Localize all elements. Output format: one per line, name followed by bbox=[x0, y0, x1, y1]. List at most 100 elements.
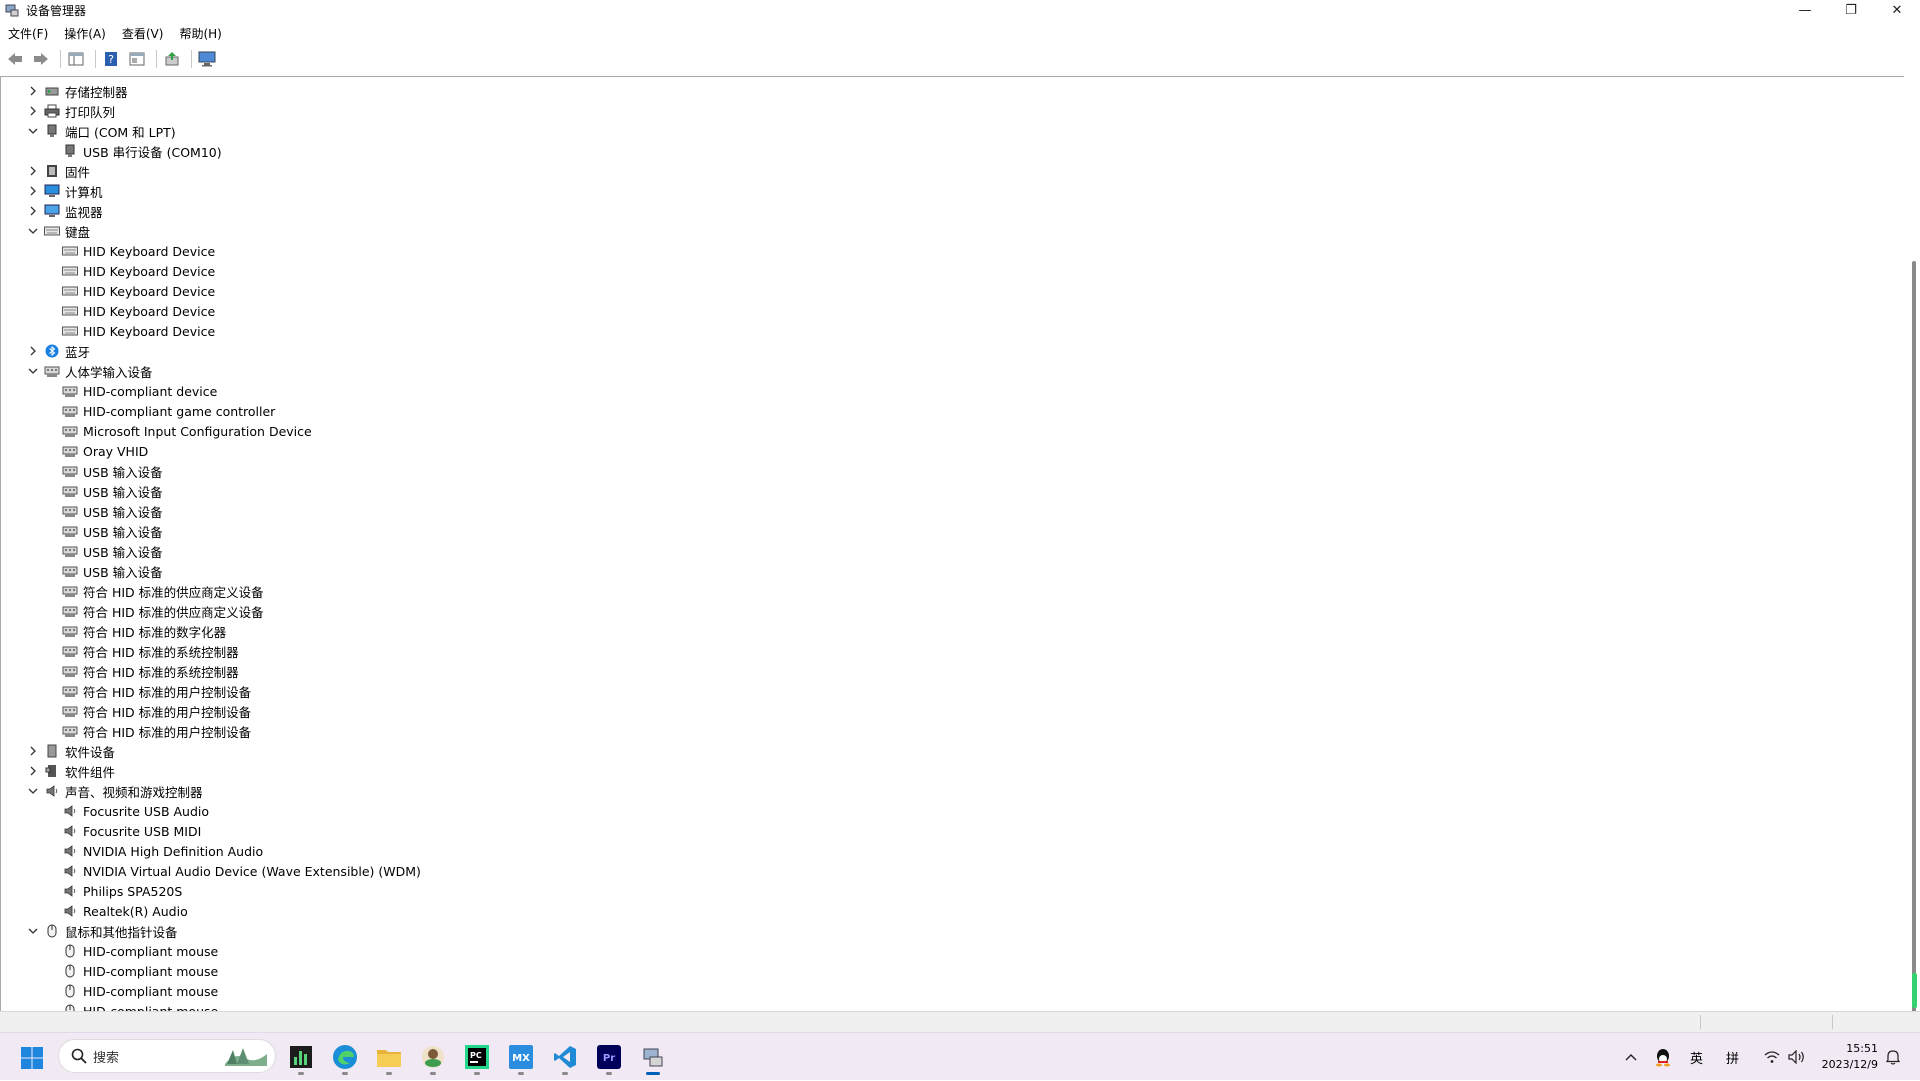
vertical-scrollbar[interactable] bbox=[1904, 76, 1920, 1026]
tree-device[interactable]: HID-compliant game controller bbox=[61, 401, 275, 421]
help-icon[interactable]: ? bbox=[100, 48, 122, 70]
tree-device[interactable]: 符合 HID 标准的数字化器 bbox=[61, 621, 226, 641]
task-manager-icon[interactable] bbox=[285, 1041, 317, 1075]
minimize-button[interactable]: — bbox=[1782, 0, 1828, 20]
mouse-icon bbox=[61, 1003, 79, 1011]
tree-category[interactable]: 软件组件 bbox=[30, 761, 115, 781]
chevron-right-icon[interactable] bbox=[27, 85, 39, 97]
update-driver-icon[interactable] bbox=[161, 48, 183, 70]
chevron-right-icon[interactable] bbox=[27, 745, 39, 757]
tree-device[interactable]: HID Keyboard Device bbox=[61, 321, 215, 341]
scrollbar-thumb[interactable] bbox=[1912, 261, 1916, 1026]
tree-device[interactable]: HID-compliant mouse bbox=[61, 961, 218, 981]
tree-device[interactable]: Philips SPA520S bbox=[61, 881, 182, 901]
tree-device[interactable]: 符合 HID 标准的用户控制设备 bbox=[61, 681, 251, 701]
maximize-button[interactable]: ❐ bbox=[1828, 0, 1874, 20]
chevron-down-icon[interactable] bbox=[27, 225, 39, 237]
tree-device[interactable]: USB 输入设备 bbox=[61, 541, 163, 561]
tree-item-label: 蓝牙 bbox=[65, 344, 91, 360]
tree-category[interactable]: 声音、视频和游戏控制器 bbox=[28, 781, 203, 801]
start-button[interactable] bbox=[20, 1046, 44, 1070]
show-hidden-icons-button[interactable] bbox=[1624, 1033, 1638, 1081]
tree-category[interactable]: 键盘 bbox=[28, 221, 90, 241]
wifi-icon[interactable] bbox=[1764, 1033, 1780, 1081]
tree-device[interactable]: Microsoft Input Configuration Device bbox=[61, 421, 312, 441]
chevron-down-icon[interactable] bbox=[27, 125, 39, 137]
chevron-right-icon[interactable] bbox=[27, 185, 39, 197]
back-icon[interactable] bbox=[4, 48, 26, 70]
tree-category[interactable]: 鼠标和其他指针设备 bbox=[28, 921, 178, 941]
view-icon[interactable] bbox=[126, 48, 148, 70]
chevron-right-icon[interactable] bbox=[27, 165, 39, 177]
tree-category[interactable]: 人体学输入设备 bbox=[28, 361, 153, 381]
hid-icon bbox=[61, 443, 79, 459]
tree-device[interactable]: USB 输入设备 bbox=[61, 461, 163, 481]
device-manager-icon[interactable] bbox=[637, 1041, 669, 1075]
tree-device[interactable]: 符合 HID 标准的供应商定义设备 bbox=[61, 581, 264, 601]
tree-device[interactable]: HID Keyboard Device bbox=[61, 281, 215, 301]
tree-device[interactable]: HID Keyboard Device bbox=[61, 261, 215, 281]
tree-device[interactable]: NVIDIA High Definition Audio bbox=[61, 841, 263, 861]
tree-category[interactable]: 端口 (COM 和 LPT) bbox=[28, 121, 176, 141]
app-green-icon[interactable] bbox=[417, 1041, 449, 1075]
tree-device[interactable]: USB 输入设备 bbox=[61, 501, 163, 521]
tree-device[interactable]: HID-compliant mouse bbox=[61, 981, 218, 1001]
tree-device[interactable]: NVIDIA Virtual Audio Device (Wave Extens… bbox=[61, 861, 421, 881]
vscode-icon[interactable] bbox=[549, 1041, 581, 1075]
tree-device[interactable]: HID Keyboard Device bbox=[61, 301, 215, 321]
forward-icon[interactable] bbox=[30, 48, 52, 70]
tree-device[interactable]: Oray VHID bbox=[61, 441, 148, 461]
tree-device[interactable]: USB 输入设备 bbox=[61, 561, 163, 581]
tree-category[interactable]: 打印队列 bbox=[30, 101, 115, 121]
tree-device[interactable]: USB 串行设备 (COM10) bbox=[61, 141, 222, 161]
tree-device[interactable]: Realtek(R) Audio bbox=[61, 901, 188, 921]
pycharm-icon[interactable]: PC bbox=[461, 1041, 493, 1075]
volume-icon[interactable] bbox=[1788, 1033, 1806, 1081]
tree-device[interactable]: 符合 HID 标准的系统控制器 bbox=[61, 661, 239, 681]
notification-bell-icon[interactable] bbox=[1886, 1033, 1900, 1081]
tree-category[interactable]: 计算机 bbox=[30, 181, 103, 201]
tree-device[interactable]: HID Keyboard Device bbox=[61, 241, 215, 261]
tree-category[interactable]: 蓝牙 bbox=[30, 341, 91, 361]
tree-device[interactable]: USB 输入设备 bbox=[61, 481, 163, 501]
tree-device[interactable]: 符合 HID 标准的系统控制器 bbox=[61, 641, 239, 661]
tree-device[interactable]: 符合 HID 标准的用户控制设备 bbox=[61, 701, 251, 721]
tree-device[interactable]: HID-compliant mouse bbox=[61, 941, 218, 961]
qq-icon[interactable] bbox=[1654, 1033, 1672, 1081]
close-button[interactable]: ✕ bbox=[1874, 0, 1920, 20]
tree-item-label: HID-compliant mouse bbox=[83, 963, 219, 979]
chevron-right-icon[interactable] bbox=[27, 765, 39, 777]
premiere-icon[interactable]: Pr bbox=[593, 1041, 625, 1075]
tree-device[interactable]: HID-compliant device bbox=[61, 381, 217, 401]
chevron-down-icon[interactable] bbox=[27, 785, 39, 797]
tree-device[interactable]: Focusrite USB MIDI bbox=[61, 821, 201, 841]
tree-device[interactable]: Focusrite USB Audio bbox=[61, 801, 209, 821]
chevron-down-icon[interactable] bbox=[27, 925, 39, 937]
tree-category[interactable]: 监视器 bbox=[30, 201, 103, 221]
menu-help[interactable]: 帮助(H) bbox=[171, 24, 229, 44]
ime-mode-indicator[interactable]: 拼 bbox=[1726, 1033, 1739, 1081]
menu-view[interactable]: 查看(V) bbox=[114, 24, 172, 44]
mx-icon[interactable]: MX bbox=[505, 1041, 537, 1075]
chevron-right-icon[interactable] bbox=[27, 345, 39, 357]
menu-file[interactable]: 文件(F) bbox=[0, 24, 56, 44]
monitor-icon[interactable] bbox=[196, 48, 218, 70]
chevron-down-icon[interactable] bbox=[27, 365, 39, 377]
edge-icon[interactable] bbox=[329, 1041, 361, 1075]
tree-category[interactable]: 存储控制器 bbox=[30, 81, 128, 101]
ime-language-indicator[interactable]: 英 bbox=[1690, 1033, 1703, 1081]
chevron-right-icon[interactable] bbox=[27, 205, 39, 217]
device-tree-panel[interactable]: 存储控制器 打印队列 端口 (COM 和 LPT) USB 串行设备 (COM10) 固… bbox=[0, 76, 1920, 1011]
properties-icon[interactable] bbox=[65, 48, 87, 70]
tree-category[interactable]: 固件 bbox=[30, 161, 90, 181]
menu-action[interactable]: 操作(A) bbox=[56, 24, 114, 44]
taskbar-search-box[interactable]: 搜索 bbox=[58, 1039, 276, 1073]
tree-device[interactable]: HID-compliant mouse bbox=[61, 1001, 218, 1011]
chevron-right-icon[interactable] bbox=[27, 105, 39, 117]
tree-device[interactable]: 符合 HID 标准的供应商定义设备 bbox=[61, 601, 264, 621]
tree-category[interactable]: 软件设备 bbox=[30, 741, 115, 761]
system-clock[interactable]: 15:51 2023/12/9 bbox=[1822, 1041, 1878, 1073]
tree-device[interactable]: 符合 HID 标准的用户控制设备 bbox=[61, 721, 251, 741]
tree-device[interactable]: USB 输入设备 bbox=[61, 521, 163, 541]
file-explorer-icon[interactable] bbox=[373, 1041, 405, 1075]
